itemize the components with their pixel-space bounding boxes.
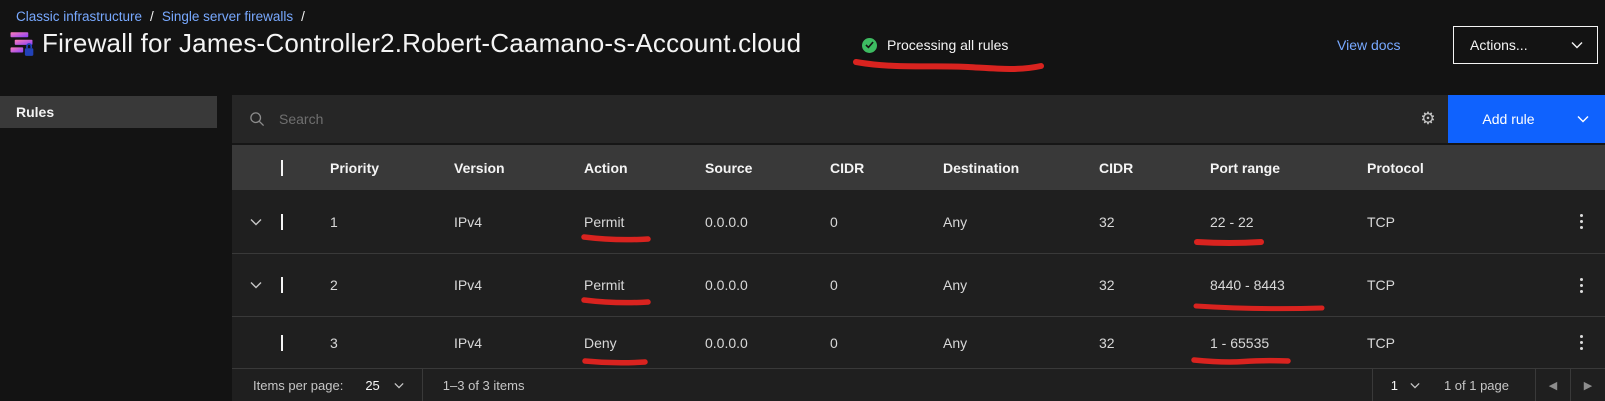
table-row: 3 IPv4 Deny 0.0.0.0 0 Any 32 1 - 65535 T… (232, 316, 1605, 368)
col-priority: Priority (330, 160, 454, 176)
col-destination-cidr: CIDR (1099, 160, 1210, 176)
col-protocol: Protocol (1367, 160, 1557, 176)
expand-row-chevron[interactable] (232, 281, 280, 289)
select-all-checkbox[interactable] (281, 160, 283, 176)
cell-source-cidr: 0 (830, 277, 943, 293)
items-per-page-select[interactable]: 25 (343, 369, 421, 401)
add-rule-label: Add rule (1448, 111, 1561, 127)
cell-destination-cidr: 32 (1099, 335, 1210, 351)
col-source: Source (705, 160, 830, 176)
cell-version: IPv4 (454, 277, 584, 293)
firewall-page: Classic infrastructure / Single server f… (0, 0, 1605, 401)
next-page-button[interactable]: ▶ (1571, 369, 1605, 401)
row-overflow-menu-icon[interactable] (1557, 190, 1605, 253)
add-rule-button[interactable]: Add rule (1448, 95, 1605, 143)
cell-source: 0.0.0.0 (705, 277, 830, 293)
breadcrumb: Classic infrastructure / Single server f… (16, 9, 305, 24)
actions-dropdown-label: Actions... (1470, 37, 1528, 53)
search-icon (249, 111, 265, 127)
success-check-icon (862, 38, 877, 53)
cell-destination: Any (943, 214, 1099, 230)
cell-source: 0.0.0.0 (705, 214, 830, 230)
items-per-page-value: 25 (365, 378, 379, 393)
table-header-row: Priority Version Action Source CIDR Dest… (232, 143, 1605, 190)
cell-version: IPv4 (454, 214, 584, 230)
cell-port-range: 1 - 65535 (1210, 335, 1367, 351)
page-title: Firewall for James-Controller2.Robert-Ca… (42, 28, 801, 59)
settings-gear-icon[interactable]: ⚙ (1408, 95, 1448, 143)
col-source-cidr: CIDR (830, 160, 943, 176)
table-toolbar: ⚙ Add rule (232, 95, 1605, 143)
cell-port-range: 8440 - 8443 (1210, 277, 1367, 293)
cell-destination-cidr: 32 (1099, 277, 1210, 293)
cell-destination-cidr: 32 (1099, 214, 1210, 230)
pagination-bar: Items per page: 25 1–3 of 3 items 1 1 of… (232, 368, 1605, 401)
col-port-range: Port range (1210, 160, 1367, 176)
items-range-text: 1–3 of 3 items (423, 378, 525, 393)
page-count-text: 1 of 1 page (1438, 378, 1535, 393)
annotation-underline-processing (856, 62, 1041, 69)
actions-dropdown[interactable]: Actions... (1453, 26, 1598, 64)
cell-priority: 1 (330, 214, 454, 230)
sidebar-item-rules[interactable]: Rules (0, 96, 217, 128)
breadcrumb-single-server-firewalls[interactable]: Single server firewalls (162, 9, 293, 24)
status-label: Processing all rules (887, 37, 1008, 53)
cell-destination: Any (943, 277, 1099, 293)
chevron-down-icon (1571, 41, 1583, 49)
chevron-down-icon (1577, 115, 1589, 123)
rules-table: ⚙ Add rule Priority Version Action Sourc… (232, 95, 1605, 401)
view-docs-link[interactable]: View docs (1337, 37, 1401, 53)
sidebar-item-rules-label: Rules (16, 104, 54, 120)
cell-version: IPv4 (454, 335, 584, 351)
breadcrumb-separator: / (301, 9, 305, 24)
items-per-page-label: Items per page: (232, 378, 343, 393)
cell-priority: 2 (330, 277, 454, 293)
breadcrumb-classic-infrastructure[interactable]: Classic infrastructure (16, 9, 142, 24)
page-number-value: 1 (1391, 378, 1398, 393)
add-rule-chevron[interactable] (1561, 115, 1605, 123)
col-action: Action (584, 160, 705, 176)
firewall-icon (8, 29, 35, 59)
page-number-select[interactable]: 1 (1373, 369, 1438, 401)
status-badge: Processing all rules (862, 37, 1008, 53)
search-field[interactable] (232, 111, 1408, 127)
cell-source-cidr: 0 (830, 335, 943, 351)
chevron-down-icon (250, 218, 262, 226)
cell-destination: Any (943, 335, 1099, 351)
cell-source: 0.0.0.0 (705, 335, 830, 351)
breadcrumb-separator: / (150, 9, 154, 24)
cell-protocol: TCP (1367, 277, 1557, 293)
title-bar: Firewall for James-Controller2.Robert-Ca… (8, 28, 801, 59)
col-destination: Destination (943, 160, 1099, 176)
row-checkbox[interactable] (281, 335, 283, 351)
cell-protocol: TCP (1367, 335, 1557, 351)
chevron-down-icon (394, 382, 404, 389)
chevron-down-icon (250, 281, 262, 289)
table-row: 1 IPv4 Permit 0.0.0.0 0 Any 32 22 - 22 T… (232, 190, 1605, 253)
cell-priority: 3 (330, 335, 454, 351)
cell-action: Permit (584, 214, 705, 230)
row-overflow-menu-icon[interactable] (1557, 317, 1605, 368)
cell-source-cidr: 0 (830, 214, 943, 230)
row-checkbox[interactable] (281, 214, 283, 230)
cell-port-range: 22 - 22 (1210, 214, 1367, 230)
previous-page-button[interactable]: ◀ (1536, 369, 1570, 401)
search-input[interactable] (279, 111, 879, 127)
table-row: 2 IPv4 Permit 0.0.0.0 0 Any 32 8440 - 84… (232, 253, 1605, 316)
cell-action: Deny (584, 335, 705, 351)
cell-action: Permit (584, 277, 705, 293)
chevron-down-icon (1410, 382, 1420, 389)
row-checkbox[interactable] (281, 277, 283, 293)
cell-protocol: TCP (1367, 214, 1557, 230)
col-version: Version (454, 160, 584, 176)
row-overflow-menu-icon[interactable] (1557, 254, 1605, 316)
expand-row-chevron[interactable] (232, 218, 280, 226)
